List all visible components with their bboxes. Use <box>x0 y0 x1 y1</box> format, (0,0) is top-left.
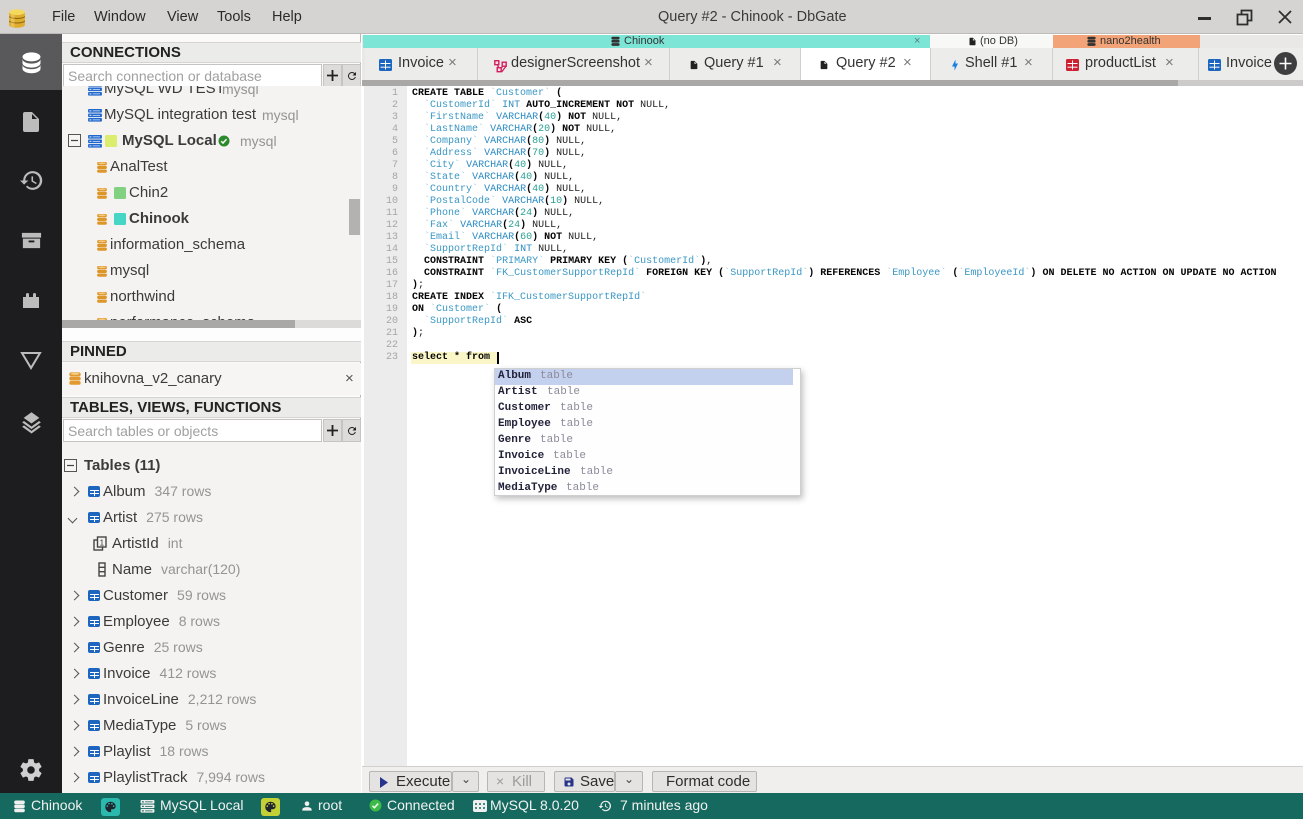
svg-text:1: 1 <box>100 538 105 547</box>
